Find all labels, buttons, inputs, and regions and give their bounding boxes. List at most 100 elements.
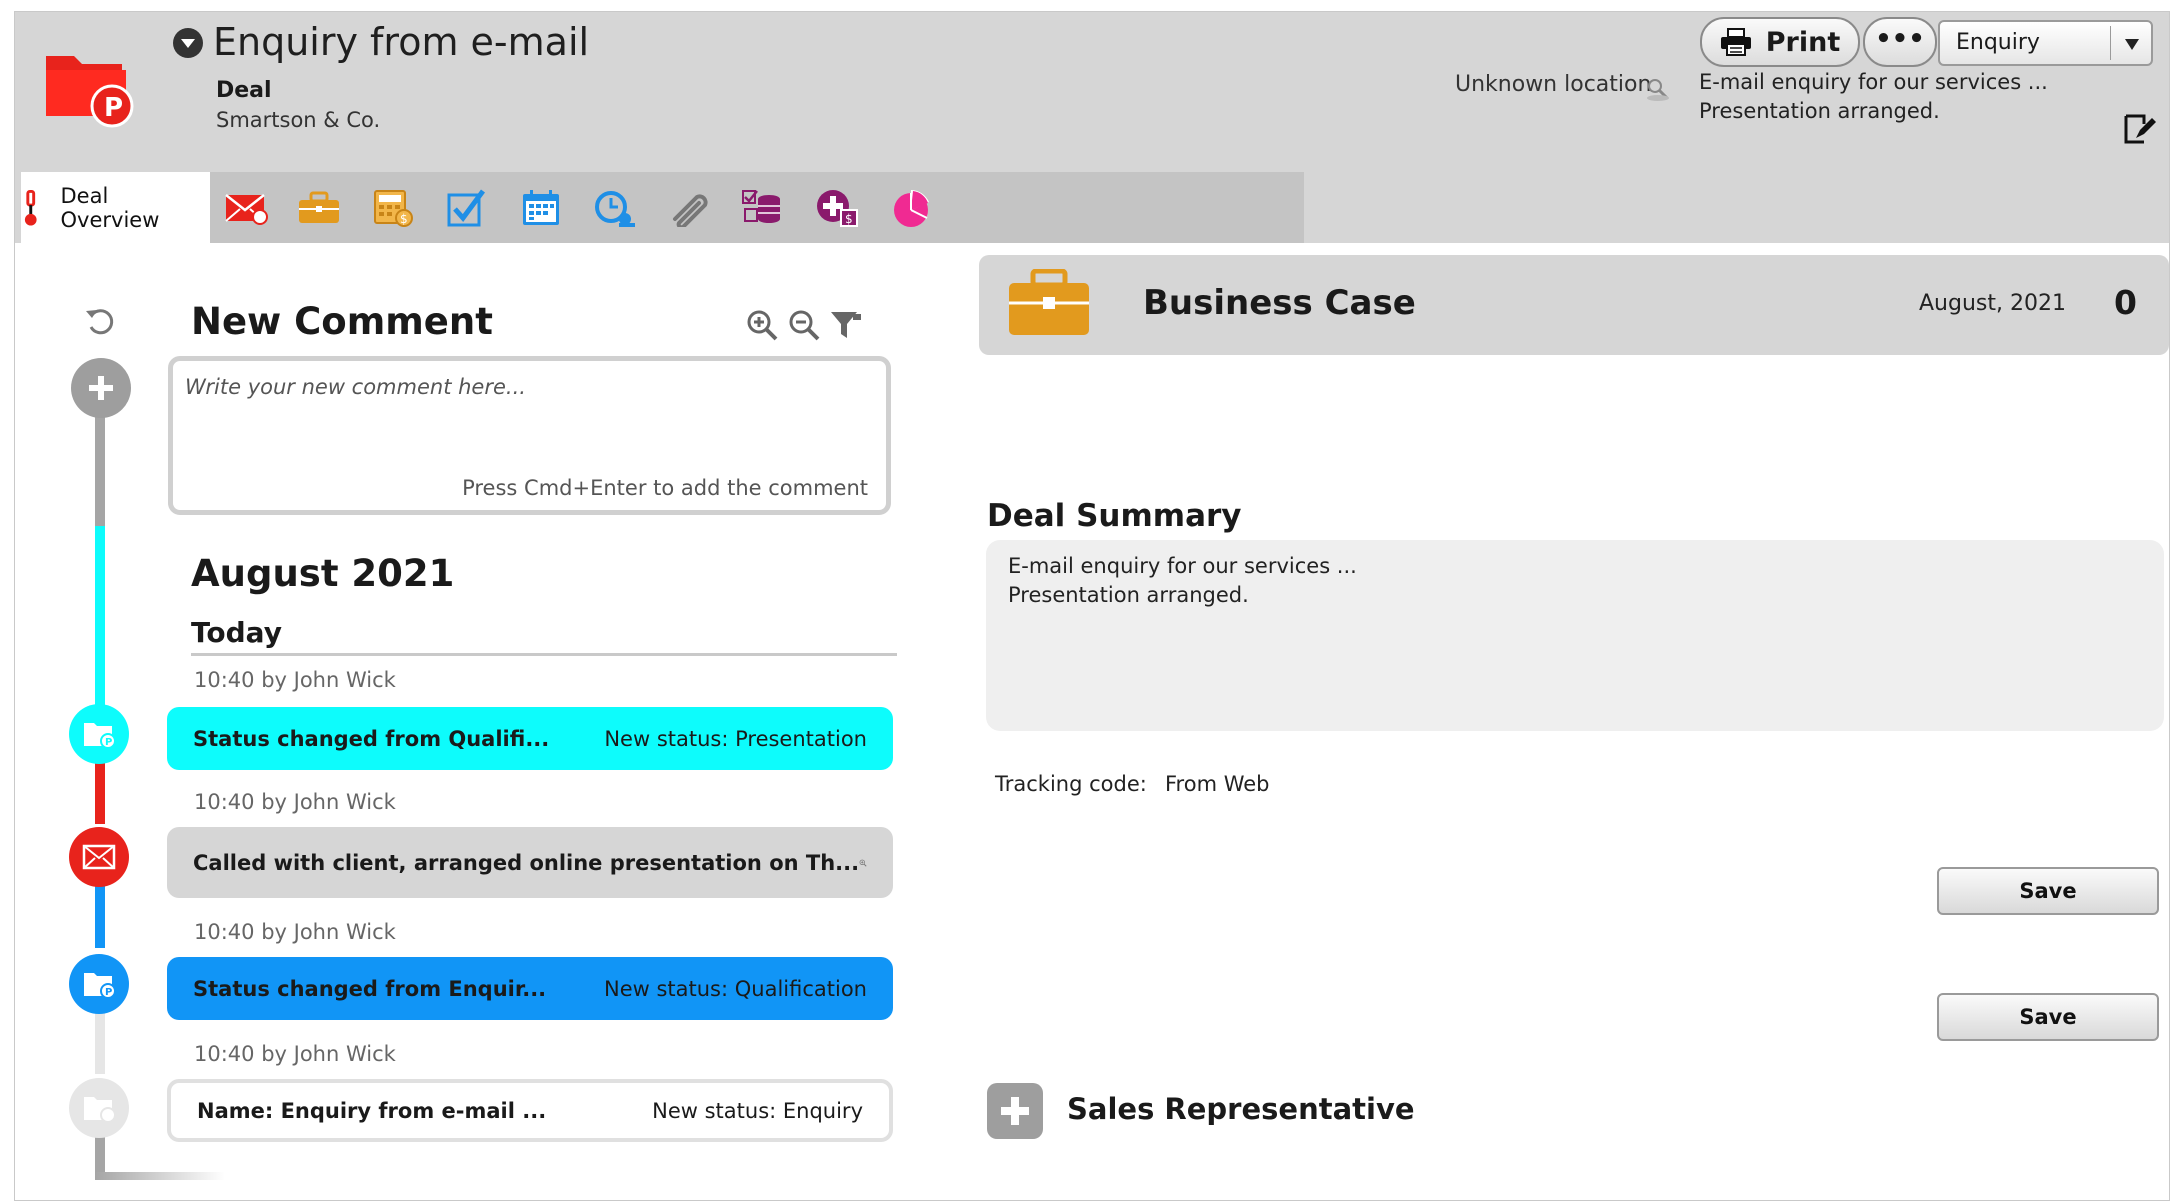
entry-status: New status: Enquiry: [652, 1098, 863, 1123]
tab-finance[interactable]: [726, 172, 800, 243]
tab-label: Deal Overview: [60, 183, 160, 232]
mail-icon: [225, 193, 268, 225]
timeline-pin-icon: [24, 189, 37, 226]
plus-icon: [1001, 1097, 1029, 1125]
tab-analytics[interactable]: [874, 172, 948, 243]
print-button[interactable]: Print: [1700, 17, 1860, 67]
edit-note-icon[interactable]: [2122, 112, 2156, 146]
header-summary-line: E-mail enquiry for our services ...: [1699, 70, 2048, 94]
zoom-out-icon[interactable]: [787, 308, 821, 342]
business-case-title: Business Case: [1143, 283, 1416, 323]
tab-time-tracking[interactable]: [578, 172, 652, 243]
entry-meta: 10:40 by John Wick: [194, 1042, 396, 1066]
save-button[interactable]: Save: [1937, 867, 2159, 915]
tab-attachments[interactable]: [652, 172, 726, 243]
timeline-segment: [95, 526, 105, 716]
record-kind: Deal: [216, 78, 272, 103]
business-case-bar[interactable]: Business Case August, 2021 0: [979, 255, 2169, 355]
filter-icon[interactable]: [829, 308, 863, 342]
new-comment-title: New Comment: [191, 300, 493, 343]
new-comment-input[interactable]: [185, 375, 875, 455]
timeline-entry[interactable]: Name: Enquiry from e-mail ... New status…: [167, 1079, 893, 1142]
deal-summary-field[interactable]: E-mail enquiry for our services ... Pres…: [986, 540, 2164, 731]
business-case-count: 0: [2114, 283, 2137, 322]
printer-icon: [1720, 28, 1751, 56]
entry-status: New status: Presentation: [604, 726, 867, 751]
deal-folder-icon: P: [84, 723, 116, 749]
timeline-day-header: Today: [191, 616, 282, 649]
company-name[interactable]: Smartson & Co.: [216, 108, 380, 132]
svg-text:$: $: [845, 212, 853, 226]
svg-text:P: P: [105, 737, 112, 748]
deal-summary-title: Deal Summary: [987, 498, 1242, 534]
deal-folder-icon: P: [46, 56, 134, 128]
entry-text: Status changed from Enquir...: [193, 976, 547, 1001]
status-node: [69, 1078, 129, 1138]
entry-meta: 10:40 by John Wick: [194, 790, 396, 814]
svg-text:$: $: [400, 212, 408, 226]
paperclip-icon: [673, 193, 708, 227]
tab-pricing[interactable]: $: [356, 172, 430, 243]
calendar-icon: [523, 189, 559, 225]
entry-meta: 10:40 by John Wick: [194, 668, 396, 692]
add-money-icon: $: [817, 189, 858, 227]
timeline-end: [95, 1172, 225, 1180]
collapse-toggle-icon[interactable]: [173, 28, 203, 58]
svg-text:P: P: [104, 93, 123, 123]
timeline-entry[interactable]: Status changed from Qualifi... New statu…: [167, 707, 893, 770]
header-summary: E-mail enquiry for our services ... Pres…: [1699, 68, 2048, 126]
clock-icon: [595, 190, 635, 227]
zoom-in-icon[interactable]: [859, 846, 867, 880]
chevron-down-icon: [2125, 39, 2139, 50]
pie-chart-icon: [894, 189, 929, 227]
tab-business-case[interactable]: [282, 172, 356, 243]
timeline-entry[interactable]: Status changed from Enquir... New status…: [167, 957, 893, 1020]
coins-icon: [742, 189, 780, 223]
svg-text:P: P: [105, 987, 112, 998]
deal-summary-line: E-mail enquiry for our services ...: [1008, 554, 1357, 578]
deal-header: P Enquiry from e-mail Deal Smartson & Co…: [15, 12, 2169, 243]
timeline-segment: [95, 1012, 105, 1074]
entry-meta: 10:40 by John Wick: [194, 920, 396, 944]
deal-folder-icon: [84, 1097, 116, 1123]
status-dropdown-value: Enquiry: [1956, 30, 2040, 55]
more-actions-button[interactable]: •••: [1863, 17, 1937, 67]
mail-icon: [82, 844, 116, 870]
print-label: Print: [1765, 26, 1841, 58]
entry-text: Status changed from Qualifi...: [193, 726, 550, 751]
status-dropdown[interactable]: Enquiry: [1938, 20, 2153, 66]
refresh-icon[interactable]: [83, 304, 117, 338]
location-search-icon[interactable]: [1645, 76, 1671, 102]
add-sales-rep-button[interactable]: [987, 1083, 1043, 1139]
timeline-month-header: August 2021: [191, 552, 455, 595]
tab-bar: Deal Overview $ $: [21, 172, 1304, 243]
tab-tasks[interactable]: [430, 172, 504, 243]
timeline-segment: [95, 886, 105, 948]
calculator-icon: $: [374, 189, 413, 227]
deal-window: P Enquiry from e-mail Deal Smartson & Co…: [14, 11, 2170, 1201]
tab-add-expense[interactable]: $: [800, 172, 874, 243]
location-label[interactable]: Unknown location: [1455, 72, 1651, 97]
zoom-in-icon[interactable]: [745, 308, 779, 342]
entry-text: Name: Enquiry from e-mail ...: [197, 1098, 547, 1123]
status-node: P: [69, 704, 129, 764]
timeline-entry[interactable]: Called with client, arranged online pres…: [167, 827, 893, 898]
timeline-segment: [95, 762, 105, 824]
tab-deal-overview[interactable]: Deal Overview: [21, 172, 210, 243]
tab-mail[interactable]: [210, 172, 282, 243]
checklist-icon: [447, 189, 486, 226]
tracking-code-value[interactable]: From Web: [1165, 772, 1270, 796]
deal-title[interactable]: Enquiry from e-mail: [213, 20, 589, 64]
save-button[interactable]: Save: [1937, 993, 2159, 1041]
comment-editor: Press Cmd+Enter to add the comment: [168, 356, 891, 515]
business-case-date: August, 2021: [1919, 291, 2066, 316]
briefcase-icon: [1009, 269, 1089, 335]
add-comment-node[interactable]: [71, 358, 131, 418]
sales-rep-title: Sales Representative: [1067, 1092, 1415, 1126]
mail-node: [69, 827, 129, 887]
tab-calendar[interactable]: [504, 172, 578, 243]
comment-hint: Press Cmd+Enter to add the comment: [462, 476, 868, 500]
entry-text: Called with client, arranged online pres…: [193, 850, 860, 875]
plus-icon: [89, 376, 113, 400]
tracking-code-label: Tracking code:: [995, 772, 1147, 796]
